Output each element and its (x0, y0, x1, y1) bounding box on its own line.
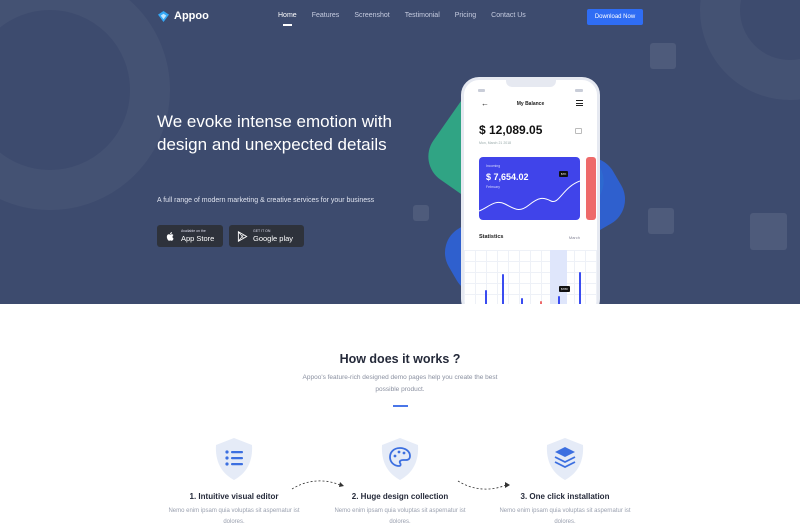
chart-tooltip: $780 (559, 286, 570, 292)
chart-bar (521, 298, 523, 304)
logo-text: Appoo (174, 10, 209, 22)
chart-bar (502, 274, 504, 304)
decorative-square (648, 208, 674, 234)
palette-icon (381, 438, 419, 480)
logo-icon (158, 10, 169, 22)
layers-icon (546, 438, 584, 480)
hero-headline: We evoke intense emotion with design and… (157, 112, 392, 154)
step-title: 2. Huge design collection (351, 492, 449, 501)
dashed-arrow-icon (291, 480, 344, 490)
phone-mockup: ← My Balance $ 12,089.05 Mon, March 21 2… (461, 77, 600, 304)
chart-bar (485, 290, 487, 304)
statistics-period: March (568, 235, 580, 240)
filter-icon (576, 100, 583, 106)
google-play-label: Google play (253, 233, 294, 243)
nav-item-screenshot[interactable]: Screenshot (354, 12, 389, 19)
step-title: 1. Intuitive visual editor (189, 492, 279, 501)
section-description: Appoo's feature-rich designed demo pages… (302, 374, 498, 393)
chart-bar (558, 296, 560, 304)
main-nav: Home Features Screenshot Testimonial Pri… (278, 12, 526, 26)
nav-item-features[interactable]: Features (312, 12, 340, 19)
google-play-button[interactable]: GET IT ON Google play (229, 225, 304, 247)
decorative-square (650, 43, 676, 69)
incoming-card: Incoming $ 7,654.02 February $7K (479, 157, 580, 220)
dashed-arrow-icon (457, 480, 510, 490)
nav-item-testimonial[interactable]: Testimonial (405, 12, 440, 19)
app-store-label: App Store (181, 233, 215, 243)
nav-item-pricing[interactable]: Pricing (455, 12, 476, 19)
nav-item-contact[interactable]: Contact Us (491, 12, 526, 19)
wallet-icon (575, 128, 582, 134)
download-now-button[interactable]: Download Now (587, 9, 643, 25)
card-label: Incoming (486, 164, 501, 168)
battery-icon (575, 89, 583, 92)
section-divider (393, 405, 408, 407)
decorative-square (413, 205, 429, 221)
navbar: Appoo Home Features Screenshot Testimoni… (0, 0, 800, 34)
app-store-small-label: Available on the (181, 229, 206, 233)
statistics-chart: $780 (464, 250, 597, 304)
step-description: Nemo enim ipsam quia voluptas sit aspern… (168, 508, 300, 525)
logo[interactable]: Appoo (158, 10, 209, 22)
statistics-label: Statistics (479, 234, 504, 240)
hero-section: Appoo Home Features Screenshot Testimoni… (0, 0, 800, 304)
apple-icon (166, 231, 174, 241)
balance-date: Mon, March 21 2018 (479, 141, 512, 145)
app-store-button[interactable]: Available on the App Store (157, 225, 223, 247)
step-description: Nemo enim ipsam quia voluptas sit aspern… (334, 508, 466, 525)
step-description: Nemo enim ipsam quia voluptas sit aspern… (499, 508, 631, 525)
balance-amount: $ 12,089.05 (479, 123, 543, 137)
secondary-card (586, 157, 596, 220)
google-play-small-label: GET IT ON (253, 229, 271, 233)
chart-bar (540, 301, 542, 304)
list-icon (215, 438, 253, 480)
decorative-square (750, 213, 787, 250)
card-sparkline (479, 180, 580, 212)
chart-bar (579, 272, 581, 304)
phone-notch (506, 80, 556, 87)
status-time (478, 89, 485, 92)
section-title: How does it works ? (339, 352, 461, 366)
hero-subtitle: A full range of modern marketing & creat… (157, 197, 375, 204)
nav-item-home[interactable]: Home (278, 12, 297, 26)
step-title: 3. One click installation (520, 492, 610, 501)
google-play-icon (237, 230, 248, 242)
